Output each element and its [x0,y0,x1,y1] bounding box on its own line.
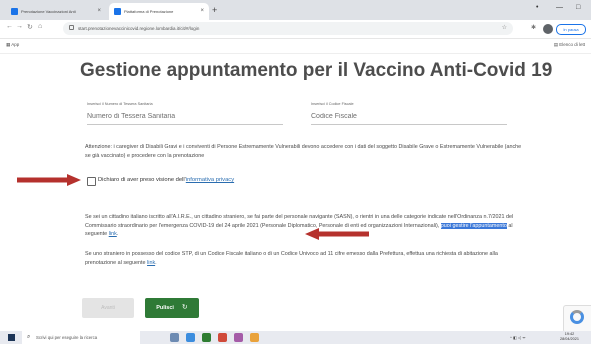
codice-fiscale-input[interactable] [311,109,507,125]
profile-status-button[interactable]: In pausa [556,24,586,35]
privacy-checkbox-label: Dichiaro di aver preso visione dell'info… [98,177,234,183]
back-arrow-icon[interactable]: ← [6,23,13,30]
page-title: Gestione appuntamento per il Vaccino Ant… [80,60,553,81]
tab-label: Prenotazione Vaccinazioni Anti [21,9,76,14]
maximize-button[interactable]: □ [576,4,580,11]
new-tab-button[interactable]: + [212,3,217,17]
reading-list-label: Elenco di lett [559,42,585,47]
system-tray-icons[interactable]: ^ ◧ ◁ ᯤ [510,335,526,341]
forward-arrow-icon[interactable]: → [16,23,23,30]
site-favicon-icon [114,8,121,16]
lock-icon [69,25,74,30]
bookmarks-bar: ▦ App ▤ Elenco di lett [0,39,591,54]
url-text[interactable]: start.prenotazionevaccinicovid.regione.l… [78,22,199,35]
reading-list-button[interactable]: ▤ Elenco di lett [554,42,585,48]
clock-date: 28/04/2021 [560,337,580,341]
profile-avatar[interactable] [543,24,553,34]
tessera-input[interactable] [87,109,283,125]
tessera-label: Inserisci il Numero di Tessera Sanitaria [87,102,153,106]
close-tab-icon[interactable]: × [200,3,204,20]
stp-link[interactable]: link [147,260,155,266]
app-icon[interactable] [234,333,243,342]
privacy-policy-link[interactable]: informativa privacy [186,177,234,183]
avanti-button[interactable]: Avanti [82,298,134,318]
refresh-icon: ↻ [181,304,188,311]
extensions-icon[interactable]: ✱ [531,24,536,31]
edge-icon[interactable] [186,333,195,342]
highlighted-text: puoi gestire l'appuntamento [440,222,507,229]
tab-label: Piattaforma di Prenotazione [124,9,174,14]
recaptcha-icon [570,310,584,324]
acrobat-icon[interactable] [218,333,227,342]
codice-fiscale-label: Inserisci il Codice Fiscale [311,102,354,106]
apps-shortcut[interactable]: ▦ App [6,42,19,48]
tab-piattaforma[interactable]: Piattaforma di Prenotazione × [109,3,209,20]
aire-paragraph: Se sei un cittadino italiano iscritto al… [85,214,514,237]
search-icon: ⌕ [27,334,31,340]
recaptcha-badge[interactable] [563,305,591,333]
reload-icon[interactable]: ↻ [27,23,33,31]
taskbar-clock[interactable]: 19:42 28/04/2021 [560,332,579,342]
site-favicon-icon [11,8,18,16]
close-tab-icon[interactable]: × [97,3,101,20]
red-arrow-right-annotation [17,174,81,186]
privacy-checkbox[interactable] [87,177,96,186]
bookmark-star-icon[interactable]: ☆ [502,22,507,35]
stp-paragraph: Se uno straniero in possesso del codice … [85,251,498,266]
red-arrow-left-annotation [305,228,369,240]
taskbar-search-placeholder: Scrivi qui per eseguire la ricerca [36,335,98,340]
task-view-icon[interactable] [170,333,179,342]
chrome-icon[interactable] [202,333,211,342]
browser-toolbar: ← → ↻ ⌂ start.prenotazionevaccinicovid.r… [0,20,591,39]
aire-link[interactable]: link [109,231,117,237]
home-icon[interactable]: ⌂ [38,23,42,30]
windows-taskbar: ⌕ Scrivi qui per eseguire la ricerca ^ ◧… [0,331,591,344]
privacy-text: Dichiaro di aver preso visione dell' [98,177,186,183]
apps-label: App [11,42,20,47]
pulisci-label: Pulisci [156,305,174,311]
taskbar-search[interactable]: ⌕ Scrivi qui per eseguire la ricerca [22,331,140,344]
tab-prenotazione[interactable]: Prenotazione Vaccinazioni Anti × [6,3,106,20]
file-explorer-icon[interactable] [250,333,259,342]
pulisci-button[interactable]: Pulisci ↻ [145,298,199,318]
address-bar[interactable]: start.prenotazionevaccinicovid.regione.l… [63,22,513,35]
minimize-button[interactable]: — [556,4,563,11]
windows-start-icon[interactable] [8,334,15,341]
browser-menu-dot[interactable]: • [536,4,538,11]
caregiver-notice: Attenzione: i caregiver di Disabili Grav… [85,144,522,159]
browser-tab-bar: Prenotazione Vaccinazioni Anti × Piattaf… [0,0,591,20]
